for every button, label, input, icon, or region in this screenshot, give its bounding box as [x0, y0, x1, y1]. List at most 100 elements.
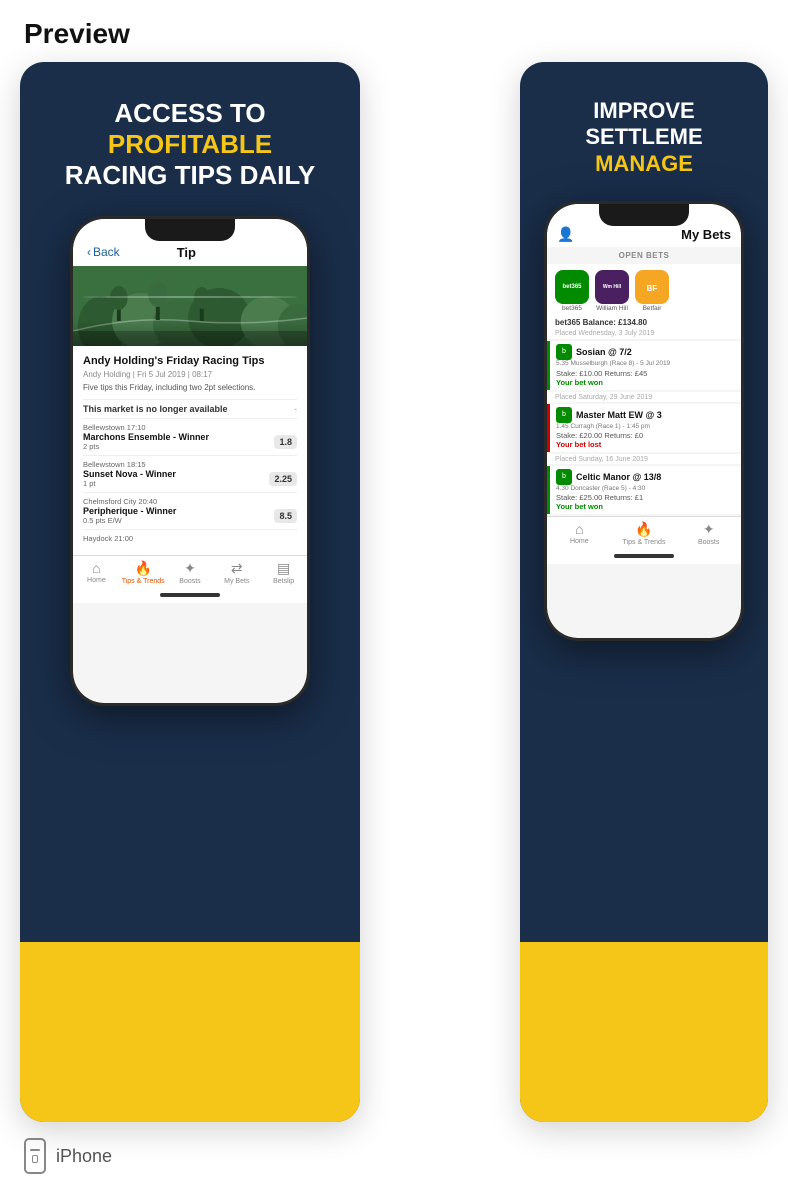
- right-phone-mockup-container: 👤 My Bets OPEN BETS bet365 bet365 Wm Hil…: [520, 201, 768, 641]
- right-tab-boosts[interactable]: ✦ Boosts: [676, 521, 741, 546]
- article-title: Andy Holding's Friday Racing Tips: [83, 354, 297, 368]
- right-bottom-tabs: ⌂ Home 🔥 Tips & Trends ✦ Boosts: [547, 516, 741, 548]
- right-home-icon: ⌂: [575, 521, 583, 537]
- betslip-icon: ▤: [277, 560, 290, 577]
- user-icon: 👤: [557, 226, 574, 243]
- right-home-bar: [614, 554, 674, 558]
- left-card-header: ACCESS TO PROFITABLE RACING TIPS DAILY: [20, 62, 360, 216]
- right-tab-tips[interactable]: 🔥 Tips & Trends: [612, 521, 677, 546]
- left-line1: ACCESS TO: [44, 98, 336, 129]
- bet-sosian-result: Your bet won: [556, 378, 735, 387]
- arrows-icon: ⇄: [231, 560, 243, 577]
- right-phone-card: IMPROVE SETTLEME MANAGE 👤 My Bets OPEN B…: [520, 62, 768, 1122]
- tab-home[interactable]: ⌂ Home: [73, 560, 120, 585]
- right-tab-home[interactable]: ⌂ Home: [547, 521, 612, 546]
- bookie-bet365-col[interactable]: bet365 bet365: [555, 270, 589, 312]
- tip-details-3: Peripherique - Winner 0.5 pts E/W 8.5: [83, 506, 297, 525]
- previews-row: ACCESS TO PROFITABLE RACING TIPS DAILY ‹…: [0, 62, 788, 1122]
- home-indicator: [73, 587, 307, 603]
- bookmaker-row: bet365 bet365 Wm Hill William Hill BF: [547, 264, 741, 316]
- market-unavailable-text: This market is no longer available: [83, 404, 228, 414]
- betfair-name: Betfair: [643, 305, 662, 312]
- iphone-icon: [24, 1138, 46, 1174]
- placed-date-2: Placed Saturday, 29 June 2019: [547, 392, 741, 402]
- bookie-williamhill-col[interactable]: Wm Hill William Hill: [595, 270, 629, 312]
- tip-horse-2: Sunset Nova - Winner: [83, 469, 176, 479]
- article-desc: Five tips this Friday, including two 2pt…: [83, 383, 297, 393]
- bet-celtic-result: Your bet won: [556, 502, 735, 511]
- right-home-indicator: [547, 548, 741, 564]
- bet-sosian-horse: Sosian @ 7/2: [576, 347, 632, 357]
- market-unavailable-row: This market is no longer available -: [83, 399, 297, 418]
- betfair-badge: BF: [635, 270, 669, 304]
- right-rocket-icon: ✦: [703, 521, 715, 538]
- rocket-icon: ✦: [184, 560, 196, 577]
- bet-celtic-stake: Stake: £25.00 Returns: £1: [556, 493, 735, 502]
- bookie-betfair-col[interactable]: BF Betfair: [635, 270, 669, 312]
- left-phone-mockup: ‹ Back Tip: [70, 216, 310, 706]
- right-nav-title: My Bets: [681, 227, 731, 242]
- tip-horse-3: Peripherique - Winner: [83, 506, 176, 516]
- fire-icon: 🔥: [134, 560, 151, 577]
- bet-mastermat-horse: Master Matt EW @ 3: [576, 410, 662, 420]
- right-card-header: IMPROVE SETTLEME MANAGE: [520, 62, 768, 201]
- tip-row-1: Bellewstown 17:10 Marchons Ensemble - Wi…: [83, 418, 297, 455]
- left-phone-screen: ‹ Back Tip: [73, 219, 307, 703]
- race-image: [73, 266, 307, 346]
- right-tab-home-label: Home: [570, 538, 589, 545]
- tip-odds-2: 2.25: [269, 472, 297, 486]
- bet365-small-badge-3: b: [556, 469, 572, 485]
- tip-row-3: Chelmsford City 20:40 Peripherique - Win…: [83, 492, 297, 529]
- bet-celtic-manor: b Celtic Manor @ 13/8 4.30 Doncaster (Ra…: [547, 466, 741, 514]
- tip-details-1: Marchons Ensemble - Winner 2 pts 1.8: [83, 432, 297, 451]
- phone-notch: [145, 219, 235, 241]
- bottom-tabs: ⌂ Home 🔥 Tips & Trends ✦ Boosts ⇄: [73, 555, 307, 587]
- back-button[interactable]: ‹ Back: [87, 245, 120, 259]
- bet-sosian: b Sosian @ 7/2 5.35 Musselburgh (Race 8)…: [547, 341, 741, 389]
- iphone-text: iPhone: [56, 1146, 112, 1167]
- right-line-yellow: MANAGE: [544, 151, 744, 177]
- article-content: Andy Holding's Friday Racing Tips Andy H…: [73, 346, 307, 556]
- tip-odds-1: 1.8: [274, 435, 297, 449]
- bet365-name: bet365: [562, 305, 582, 312]
- iphone-label-row: iPhone: [0, 1122, 788, 1190]
- placed-date-3: Placed Sunday, 16 June 2019: [547, 454, 741, 464]
- chevron-left-icon: ‹: [87, 245, 91, 259]
- home-icon: ⌂: [92, 560, 100, 576]
- right-line2: SETTLEME: [544, 124, 744, 150]
- tab-tips-trends[interactable]: 🔥 Tips & Trends: [120, 560, 167, 585]
- balance-text: bet365 Balance: £134.80: [547, 316, 741, 329]
- open-bets-label: OPEN BETS: [547, 247, 741, 264]
- page-title: Preview: [0, 0, 788, 62]
- nav-title: Tip: [177, 245, 196, 260]
- tip-details-2: Sunset Nova - Winner 1 pt 2.25: [83, 469, 297, 488]
- bet-mastermat-stake: Stake: £20.00 Returns: £0: [556, 431, 735, 440]
- right-line1: IMPROVE: [544, 98, 744, 124]
- tab-boosts-label: Boosts: [179, 578, 200, 585]
- tab-betslip[interactable]: ▤ Betslip: [260, 560, 307, 585]
- left-phone-card: ACCESS TO PROFITABLE RACING TIPS DAILY ‹…: [20, 62, 360, 1122]
- tab-my-bets[interactable]: ⇄ My Bets: [213, 560, 260, 585]
- bet365-small-badge: b: [556, 344, 572, 360]
- tip-venue-4: Haydock 21:00: [83, 534, 297, 543]
- article-meta: Andy Holding | Fri 5 Jul 2019 | 08:17: [83, 370, 297, 379]
- tip-row-2: Bellewstown 18:15 Sunset Nova - Winner 1…: [83, 455, 297, 492]
- right-phone-mockup: 👤 My Bets OPEN BETS bet365 bet365 Wm Hil…: [544, 201, 744, 641]
- tip-pts-1: 2 pts: [83, 442, 209, 451]
- right-card-yellow: [520, 942, 768, 1122]
- svg-text:BF: BF: [647, 284, 658, 293]
- right-phone-notch: [599, 204, 689, 226]
- tip-pts-3: 0.5 pts E/W: [83, 516, 176, 525]
- right-fire-icon: 🔥: [635, 521, 652, 538]
- bet-mastermat-result: Your bet lost: [556, 440, 735, 449]
- tip-row-4: Haydock 21:00: [83, 529, 297, 547]
- tab-mybets-label: My Bets: [224, 578, 249, 585]
- bet-celtic-race: 4.30 Doncaster (Race 5) - 4:30: [556, 485, 735, 493]
- williamhill-name: William Hill: [596, 305, 628, 312]
- tab-boosts[interactable]: ✦ Boosts: [167, 560, 214, 585]
- left-phone-mockup-container: ‹ Back Tip: [20, 216, 360, 706]
- left-line2: RACING TIPS DAILY: [44, 160, 336, 191]
- bet365-small-badge-2: b: [556, 407, 572, 423]
- crowd-overlay: [73, 321, 307, 346]
- bet-sosian-race: 5.35 Musselburgh (Race 8) - 5 Jul 2019: [556, 360, 735, 368]
